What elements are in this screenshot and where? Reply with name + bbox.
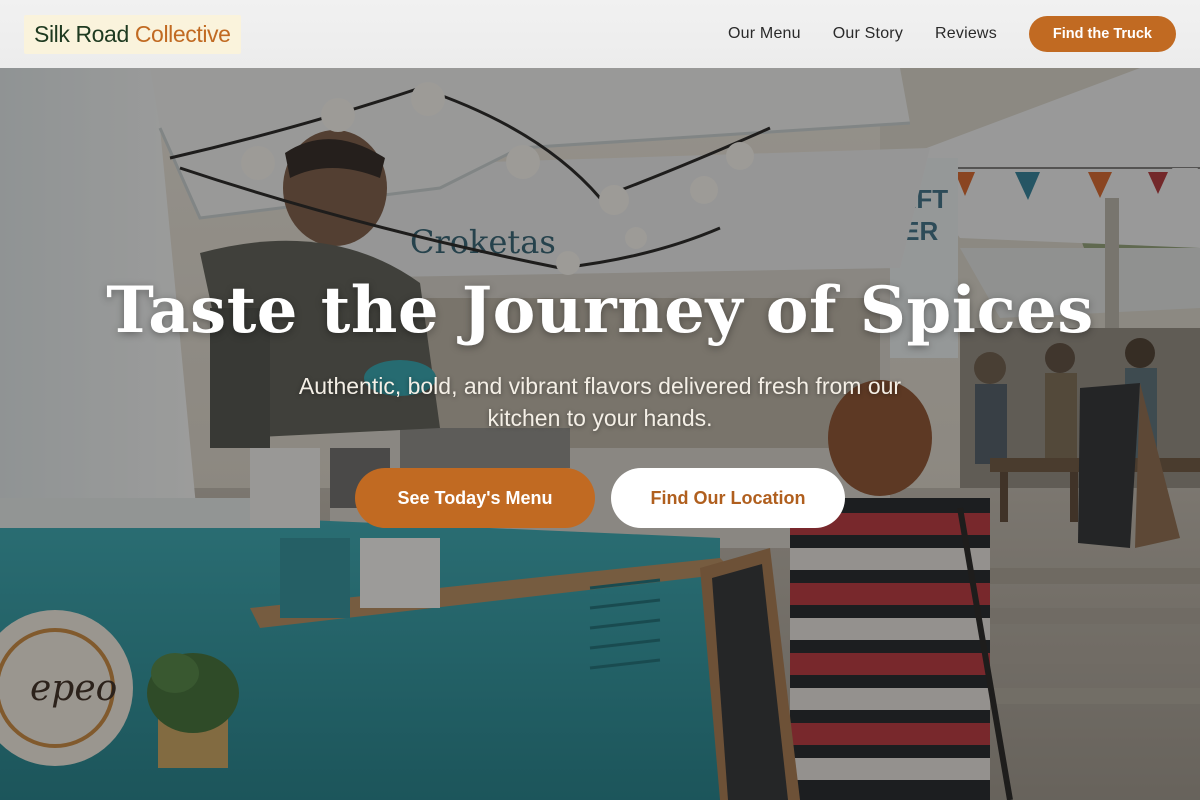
nav-link-reviews[interactable]: Reviews xyxy=(935,25,997,43)
find-truck-button[interactable]: Find the Truck xyxy=(1028,16,1176,52)
main-nav: Our Menu Our Story Reviews Find the Truc… xyxy=(728,16,1176,52)
nav-link-menu[interactable]: Our Menu xyxy=(728,25,801,43)
hero-subtitle: Authentic, bold, and vibrant flavors del… xyxy=(298,373,902,431)
brand-logo[interactable]: Silk Road Collective xyxy=(24,14,241,54)
hero-section: CRAFT BEER Croketas xyxy=(0,68,1200,800)
hero-button-group: See Today's Menu Find Our Location xyxy=(355,468,845,528)
hero-content: Taste the Journey of Spices Authentic, b… xyxy=(0,68,1200,800)
brand-name-part2: Collective xyxy=(134,20,231,47)
site-header: Silk Road Collective Our Menu Our Story … xyxy=(0,0,1200,68)
brand-name-part1: Silk Road xyxy=(34,20,129,47)
hero-title: Taste the Journey of Spices xyxy=(106,273,1094,348)
find-location-button[interactable]: Find Our Location xyxy=(611,468,845,528)
nav-link-story[interactable]: Our Story xyxy=(833,25,903,43)
see-menu-button[interactable]: See Today's Menu xyxy=(355,468,595,528)
